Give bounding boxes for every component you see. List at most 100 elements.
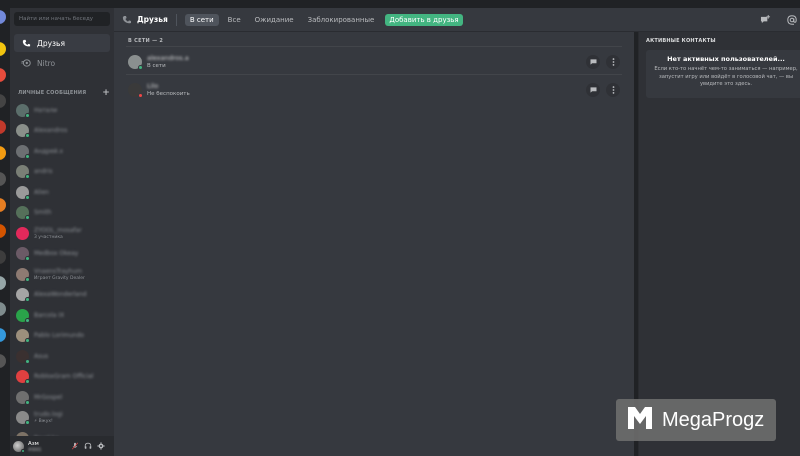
dm-list-item[interactable]: MrGospel	[14, 387, 110, 408]
dm-list-item[interactable]: RobloxGram Official	[14, 367, 110, 388]
friend-row[interactable]: alexandros.a В сети	[126, 46, 622, 76]
friend-info: Lilo Не беспокоить	[147, 82, 190, 97]
server-icon[interactable]	[0, 172, 6, 186]
dm-list-item[interactable]: AlexaWonderland	[14, 285, 110, 306]
dm-name: trudo.logi	[34, 411, 63, 419]
avatar	[16, 103, 30, 118]
server-icon[interactable]	[0, 42, 6, 56]
avatar[interactable]	[13, 440, 25, 453]
dm-list-item[interactable]: Medbox Okeay	[14, 244, 110, 265]
server-icon[interactable]	[0, 198, 6, 212]
empty-activity-card: Нет активных пользователей... Если кто-т…	[646, 50, 800, 98]
empty-activity-title: Нет активных пользователей...	[667, 55, 785, 63]
dm-name: Smith	[34, 209, 52, 217]
tab-all[interactable]: Все	[223, 14, 246, 26]
dm-list: Натали Alexandros Андрей.x andris Alien Smith…	[14, 100, 110, 456]
avatar	[16, 308, 30, 323]
nav-item-friends[interactable]: Друзья	[14, 34, 110, 52]
server-icon[interactable]	[0, 68, 6, 82]
create-dm-icon[interactable]: +	[102, 88, 110, 98]
tab-pending[interactable]: Ожидание	[250, 14, 299, 26]
dm-list-item[interactable]: VnaensTrayhum Играет Gravity Dealer	[14, 264, 110, 285]
avatar	[16, 349, 30, 364]
avatar	[16, 206, 30, 221]
server-icon[interactable]	[0, 10, 6, 24]
server-icon[interactable]	[0, 250, 6, 264]
message-button[interactable]	[586, 83, 600, 97]
status-online-indicator	[25, 358, 30, 364]
server-icon[interactable]	[0, 276, 6, 290]
header-divider	[175, 13, 177, 26]
nav-item-nitro[interactable]: Nitro	[14, 54, 110, 72]
avatar	[16, 165, 30, 180]
dm-list-item[interactable]: Smith	[14, 203, 110, 224]
active-contacts-panel: АКТИВНЫЕ КОНТАКТЫ Нет активных пользоват…	[638, 32, 800, 456]
dm-info: MrGospel	[34, 394, 62, 401]
dm-list-item[interactable]: Barcola IX	[14, 305, 110, 326]
settings-gear-icon[interactable]	[95, 440, 107, 452]
watermark: MegaProgz	[616, 399, 776, 441]
dm-name: MrGospel	[34, 393, 63, 401]
add-friend-button[interactable]: Добавить в друзья	[385, 13, 463, 26]
dm-info: ZYOOL_mosafar 3 участника	[34, 227, 82, 240]
server-icon[interactable]	[0, 94, 6, 108]
dm-info: Pablo Lorimundo	[34, 332, 84, 339]
dm-list-item[interactable]: Pablo Lorimundo	[14, 326, 110, 347]
status-online-indicator	[25, 133, 30, 139]
friends-icon	[19, 39, 33, 48]
dm-name: Натали	[34, 106, 58, 114]
dm-list-item[interactable]: Alexandros	[14, 121, 110, 142]
server-icon[interactable]	[0, 224, 6, 238]
server-icon[interactable]	[0, 146, 6, 160]
watermark-text: MegaProgz	[662, 408, 765, 431]
server-icon[interactable]	[0, 120, 6, 134]
dm-info: trudo.logi ⚡ Вжух!	[34, 411, 63, 424]
friend-name: Lilo	[147, 82, 159, 90]
tab-blocked[interactable]: Заблокированные	[303, 14, 380, 26]
avatar	[16, 144, 30, 159]
server-icon[interactable]	[0, 354, 6, 368]
status-online-indicator	[25, 112, 30, 118]
status-online-indicator	[25, 399, 30, 405]
avatar	[16, 226, 29, 240]
new-group-dm-icon[interactable]	[759, 14, 771, 26]
more-options-button[interactable]	[606, 83, 620, 97]
dm-list-item[interactable]: andris	[14, 162, 110, 183]
dm-info: andris	[34, 168, 53, 175]
dm-name: ZYOOL_mosafar	[34, 226, 82, 234]
status-online-indicator	[25, 276, 30, 282]
megaprogz-logo-icon	[625, 404, 655, 436]
avatar	[16, 411, 30, 426]
friend-name: alexandros.a	[147, 54, 189, 62]
more-options-button[interactable]	[606, 55, 620, 69]
avatar	[16, 185, 30, 200]
dm-info: Smith	[34, 209, 51, 216]
headphones-icon[interactable]	[82, 440, 94, 452]
microphone-muted-icon[interactable]	[69, 440, 81, 452]
dm-name: Андрей.x	[34, 147, 64, 155]
server-icon[interactable]	[0, 328, 6, 342]
dm-list-item[interactable]: ZYOOL_mosafar 3 участника	[14, 223, 110, 244]
status-online-indicator	[25, 420, 30, 426]
avatar	[128, 54, 143, 70]
avatar	[16, 329, 30, 344]
empty-activity-description: Если кто-то начнёт чем-то заниматься — н…	[654, 66, 798, 87]
dm-list-item[interactable]: Андрей.x	[14, 141, 110, 162]
dm-info: Андрей.x	[34, 148, 63, 155]
dm-list-item[interactable]: Натали	[14, 100, 110, 121]
dm-list-item[interactable]: Asus	[14, 346, 110, 367]
status-online-indicator	[25, 256, 30, 262]
dm-list-item[interactable]: Alien	[14, 182, 110, 203]
dm-list-item[interactable]: trudo.logi ⚡ Вжух!	[14, 408, 110, 429]
search-input[interactable]: Найти или начать беседу	[14, 12, 110, 26]
mentions-icon[interactable]	[786, 14, 798, 26]
user-tag: #0001	[28, 446, 42, 452]
tab-online[interactable]: В сети	[184, 13, 219, 26]
friend-row[interactable]: Lilo Не беспокоить	[126, 74, 622, 104]
server-icon[interactable]	[0, 302, 6, 316]
online-count-title: В СЕТИ — 2	[128, 38, 164, 44]
avatar	[16, 288, 30, 303]
nav-label: Друзья	[37, 38, 65, 48]
message-button[interactable]	[586, 55, 600, 69]
nitro-icon	[19, 59, 33, 67]
